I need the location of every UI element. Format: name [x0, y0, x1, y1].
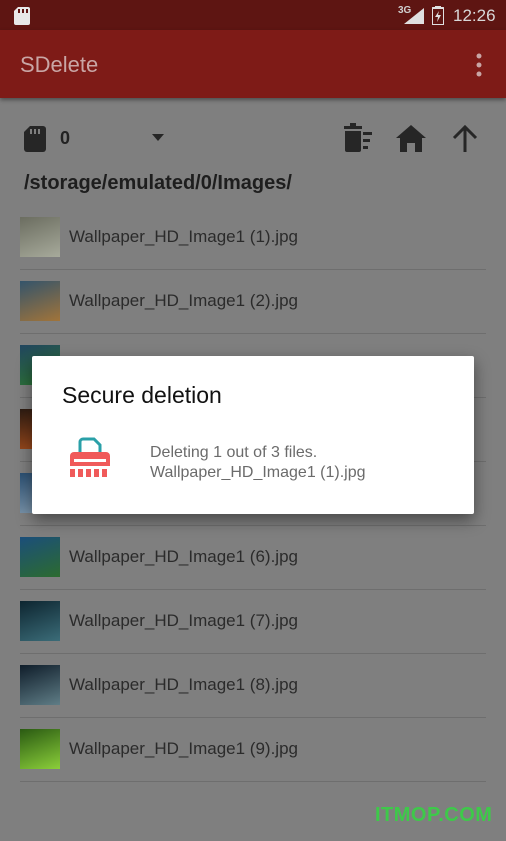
- dialog-title: Secure deletion: [62, 382, 222, 408]
- file-row[interactable]: Wallpaper_HD_Image1 (7).jpg: [20, 589, 486, 654]
- file-row[interactable]: Wallpaper_HD_Image1 (1).jpg: [20, 205, 486, 270]
- battery-icon: [432, 6, 444, 25]
- file-thumbnail: [20, 217, 60, 257]
- file-thumbnail: [20, 729, 60, 769]
- file-row[interactable]: Wallpaper_HD_Image1 (6).jpg: [20, 525, 486, 590]
- file-row[interactable]: Wallpaper_HD_Image1 (2).jpg: [20, 269, 486, 334]
- shredder-icon: [70, 437, 110, 477]
- clock: 12:26: [453, 6, 496, 25]
- status-bar: 3G 12:26: [0, 0, 506, 30]
- file-name: Wallpaper_HD_Image1 (9).jpg: [69, 739, 298, 758]
- secure-deletion-dialog: Secure deletion Deleting 1 out of 3 file…: [32, 356, 474, 514]
- current-path: /storage/emulated/0/Images/: [24, 172, 292, 194]
- signal-icon: [404, 8, 424, 24]
- file-thumbnail: [20, 537, 60, 577]
- home-icon[interactable]: [394, 122, 428, 156]
- file-name: Wallpaper_HD_Image1 (2).jpg: [69, 291, 298, 310]
- current-file-name: Wallpaper_HD_Image1 (1).jpg: [150, 464, 366, 481]
- overflow-menu-icon[interactable]: [470, 52, 488, 78]
- sd-card-status-icon: [14, 7, 30, 25]
- file-toolbar: 0: [0, 110, 506, 166]
- delete-sweep-icon[interactable]: [340, 122, 374, 156]
- watermark: ITMOP.COM: [375, 804, 493, 826]
- file-name: Wallpaper_HD_Image1 (1).jpg: [69, 227, 298, 246]
- sd-card-icon: [24, 126, 46, 152]
- storage-selector-value[interactable]: 0: [60, 128, 70, 149]
- file-thumbnail: [20, 665, 60, 705]
- file-thumbnail: [20, 601, 60, 641]
- file-name: Wallpaper_HD_Image1 (8).jpg: [69, 675, 298, 694]
- app-bar: SDelete: [0, 30, 506, 98]
- arrow-up-icon[interactable]: [448, 122, 482, 156]
- file-name: Wallpaper_HD_Image1 (6).jpg: [69, 547, 298, 566]
- file-row[interactable]: Wallpaper_HD_Image1 (8).jpg: [20, 653, 486, 718]
- file-thumbnail: [20, 281, 60, 321]
- chevron-down-icon[interactable]: [150, 132, 166, 142]
- file-row[interactable]: Wallpaper_HD_Image1 (9).jpg: [20, 717, 486, 782]
- file-name: Wallpaper_HD_Image1 (7).jpg: [69, 611, 298, 630]
- deletion-progress-text: Deleting 1 out of 3 files.: [150, 444, 318, 461]
- app-title: SDelete: [20, 52, 99, 77]
